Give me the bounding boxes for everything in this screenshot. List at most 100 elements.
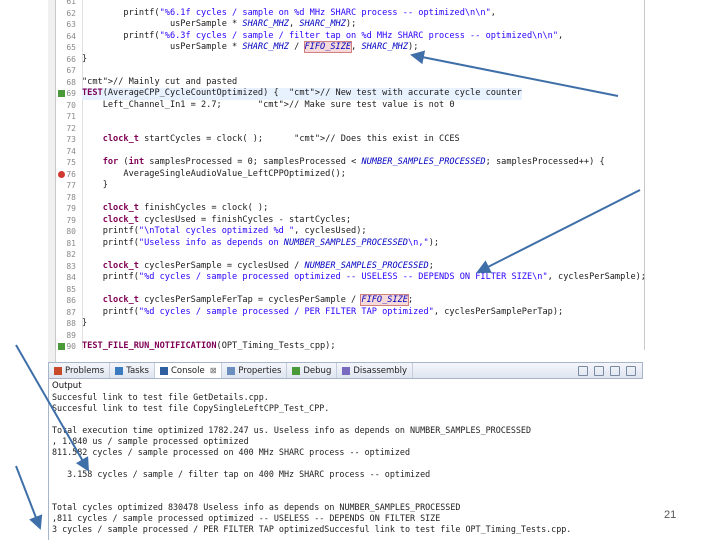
code-line[interactable]: 82 — [56, 249, 644, 261]
code-text[interactable]: "cmt">// Mainly cut and pasted — [82, 77, 237, 89]
code-line[interactable]: 85 — [56, 284, 644, 296]
code-line[interactable]: 90 TEST_FILE_RUN_NOTIFICATION(OPT_Timing_… — [56, 341, 644, 350]
display-selected-console-icon[interactable] — [578, 365, 588, 376]
code-line[interactable]: 79 clock_t finishCycles = clock( ); — [56, 203, 644, 215]
line-number: 73 — [66, 135, 76, 144]
code-line[interactable]: 84 printf("%d cycles / sample processed … — [56, 272, 644, 284]
code-line[interactable]: 78 — [56, 192, 644, 204]
console-line: 811.582 cycles / sample processed on 400… — [52, 447, 410, 457]
code-line[interactable]: 83 clock_t cyclesPerSample = cyclesUsed … — [56, 261, 644, 273]
code-text[interactable]: printf("%6.3f cycles / sample / filter t… — [82, 31, 563, 43]
console-title: Output — [52, 381, 82, 391]
line-number: 82 — [66, 250, 76, 259]
code-line[interactable]: 72 — [56, 123, 644, 135]
minimize-view-icon[interactable] — [610, 365, 620, 376]
code-text[interactable]: printf("Useless info as depends on NUMBE… — [82, 238, 439, 250]
code-text[interactable]: clock_t finishCycles = clock( ); — [82, 203, 269, 215]
console-view[interactable]: Output Succesful link to test file GetDe… — [48, 379, 644, 540]
code-line[interactable]: 68 "cmt">// Mainly cut and pasted — [56, 77, 644, 89]
console-line: Succesful link to test file GetDetails.c… — [52, 392, 269, 402]
tab-label: Properties — [238, 365, 282, 376]
code-text[interactable]: printf("%6.1f cycles / sample on %d MHz … — [82, 8, 496, 20]
code-text[interactable]: } — [82, 180, 108, 192]
console-line: Succesful link to test file CopySingleLe… — [52, 403, 330, 413]
code-lines[interactable]: 61 62 printf("%6.1f cycles / sample on %d… — [56, 0, 644, 350]
code-text[interactable]: Left_Channel_In1 = 2.7; "cmt">// Make su… — [82, 100, 455, 112]
tab-tasks[interactable]: Tasks — [110, 363, 155, 378]
code-line[interactable]: 65 usPerSample * SHARC_MHZ / FIFO_SIZE, … — [56, 41, 644, 54]
view-toolbar — [578, 365, 642, 376]
annotation-marker-icon[interactable] — [58, 343, 65, 350]
code-line[interactable]: 89 — [56, 330, 644, 342]
code-line[interactable]: 62 printf("%6.1f cycles / sample on %d M… — [56, 8, 644, 20]
line-number: 87 — [66, 307, 76, 317]
line-number: 66 — [66, 54, 76, 64]
code-text[interactable]: for (int samplesProcessed = 0; samplesPr… — [82, 157, 605, 169]
line-number: 79 — [66, 204, 76, 213]
console-output[interactable]: Succesful link to test file GetDetails.c… — [49, 392, 644, 535]
annotation-marker-icon[interactable] — [58, 90, 65, 97]
line-number: 81 — [66, 238, 76, 248]
code-line[interactable]: 76 AverageSingleAudioValue_LeftCPPOptimi… — [56, 169, 644, 181]
code-line[interactable]: 79 clock_t cyclesUsed = finishCycles - s… — [56, 215, 644, 227]
console-line: 3 cycles / sample processed / PER FILTER… — [52, 524, 572, 534]
breakpoint-icon[interactable] — [58, 170, 65, 178]
line-number: 78 — [66, 192, 76, 202]
code-text[interactable]: clock_t startCycles = clock( ); "cmt">//… — [82, 134, 460, 146]
code-line[interactable]: 64 printf("%6.3f cycles / sample / filte… — [56, 31, 644, 43]
tab-disassembly[interactable]: Disassembly — [337, 363, 414, 378]
code-line[interactable]: 69 TEST(AverageCPP_CycleCountOptimized) {… — [56, 88, 644, 100]
code-text[interactable]: TEST(AverageCPP_CycleCountOptimized) { "… — [82, 88, 522, 100]
code-text[interactable]: clock_t cyclesPerSampleFerTap = cyclesPe… — [82, 294, 413, 307]
code-line[interactable]: 73 clock_t startCycles = clock( ); "cmt"… — [56, 134, 644, 146]
code-text[interactable]: clock_t cyclesUsed = finishCycles - star… — [82, 215, 351, 227]
code-editor[interactable]: 61 62 printf("%6.1f cycles / sample on %d… — [55, 0, 645, 350]
code-line[interactable]: 66} — [56, 54, 644, 66]
close-tab-icon[interactable]: ⊠ — [210, 366, 217, 375]
code-line[interactable]: 88} — [56, 318, 644, 330]
code-text[interactable]: usPerSample * SHARC_MHZ, SHARC_MHZ); — [82, 19, 356, 31]
code-text[interactable]: clock_t cyclesPerSample = cyclesUsed / N… — [82, 261, 434, 273]
code-text[interactable]: printf("\nTotal cycles optimized %d ", c… — [82, 226, 367, 238]
code-line[interactable]: 61 — [56, 0, 644, 8]
code-text[interactable]: AverageSingleAudioValue_LeftCPPOptimized… — [82, 169, 345, 181]
code-line[interactable]: 74 — [56, 146, 644, 158]
code-line[interactable]: 67 — [56, 65, 644, 77]
code-line[interactable]: 87 printf("%d cycles / sample processed … — [56, 307, 644, 319]
line-number: 74 — [66, 146, 76, 156]
code-line[interactable]: 86 clock_t cyclesPerSampleFerTap = cycle… — [56, 294, 644, 307]
maximize-view-icon[interactable] — [626, 365, 636, 376]
code-line[interactable]: 63 usPerSample * SHARC_MHZ, SHARC_MHZ); — [56, 19, 644, 31]
code-text[interactable]: printf("%d cycles / sample processed / P… — [82, 307, 564, 319]
tab-console[interactable]: Console ⊠ — [154, 363, 223, 378]
tab-properties[interactable]: Properties — [222, 363, 288, 378]
tab-label: Debug — [303, 365, 332, 376]
line-number: 89 — [66, 330, 76, 340]
code-line[interactable]: 80 printf("\nTotal cycles optimized %d "… — [56, 226, 644, 238]
code-text[interactable]: } — [82, 318, 87, 330]
code-line[interactable]: 75 for (int samplesProcessed = 0; sample… — [56, 157, 644, 169]
console-line: , 1.840 us / sample processed optimized — [52, 436, 249, 446]
console-line: Total cycles optimized 830478 Useless in… — [52, 502, 461, 512]
line-number: 71 — [66, 112, 76, 121]
code-text[interactable]: } — [82, 54, 87, 66]
tab-problems[interactable]: Problems — [49, 363, 111, 378]
line-number: 72 — [66, 123, 76, 133]
code-text[interactable]: TEST_FILE_RUN_NOTIFICATION(OPT_Timing_Te… — [82, 341, 336, 350]
code-line[interactable]: 77 } — [56, 180, 644, 192]
line-number: 83 — [66, 261, 76, 271]
tab-debug[interactable]: Debug — [287, 363, 338, 378]
line-number: 85 — [66, 284, 76, 294]
open-console-icon[interactable] — [594, 365, 604, 376]
code-text[interactable]: usPerSample * SHARC_MHZ / FIFO_SIZE, SHA… — [82, 41, 418, 54]
code-line[interactable]: 70 Left_Channel_In1 = 2.7; "cmt">// Make… — [56, 100, 644, 112]
code-line[interactable]: 81 printf("Useless info as depends on NU… — [56, 238, 644, 250]
code-text[interactable]: printf("%d cycles / sample processed opt… — [82, 272, 644, 284]
views-tab-bar: Problems Tasks Console ⊠ Properties Debug Disa… — [48, 362, 643, 379]
code-line[interactable]: 71 — [56, 111, 644, 123]
line-number: 84 — [66, 273, 76, 282]
slide-page-number: 21 — [664, 509, 677, 521]
